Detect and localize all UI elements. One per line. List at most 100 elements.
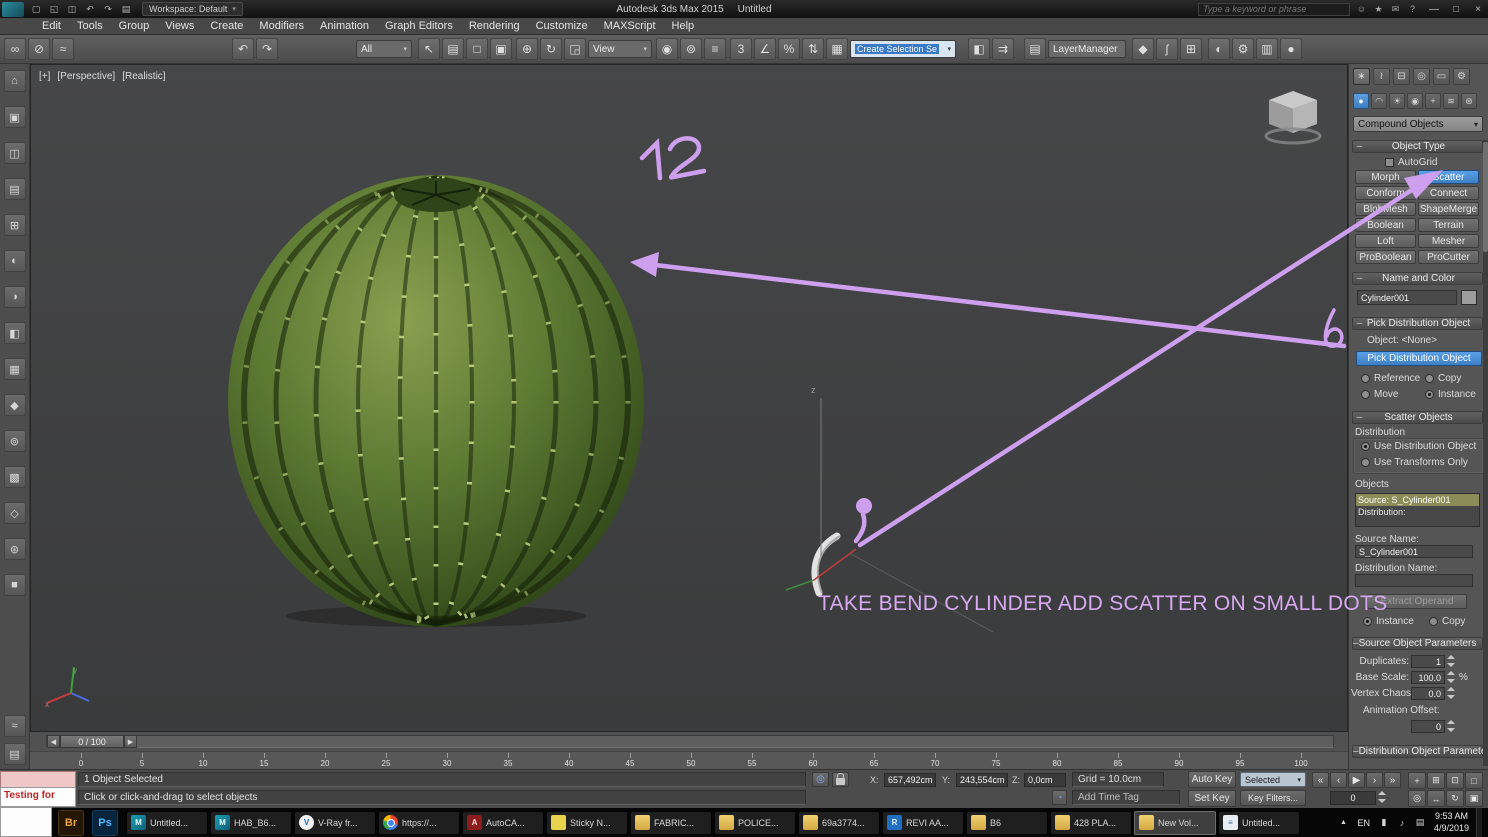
taskbar-item[interactable]: FABRIC... [630,810,712,835]
menu-item[interactable]: Create [202,18,251,34]
rollout-scatter-objects[interactable]: – Scatter Objects [1352,411,1483,424]
isolate-selection-toggle[interactable]: ◎ [812,772,829,787]
zoom-icon[interactable]: + [1408,772,1426,789]
radio-icon[interactable] [1425,390,1434,399]
select-and-move-icon[interactable]: ⊕ [516,38,538,60]
taskbar-item[interactable]: B6 [966,810,1048,835]
taskbar-item[interactable]: REVI AA... [882,810,964,835]
spinner-icon[interactable] [1447,671,1456,683]
pan-icon[interactable]: ↔ [1427,790,1445,807]
y-coordinate-field[interactable] [956,773,1008,787]
category-dropdown[interactable]: Compound Objects ▾ [1353,116,1483,132]
object-type-button[interactable]: Terrain [1418,218,1479,232]
list-item[interactable]: Distribution: [1356,506,1479,518]
mirror-icon[interactable]: ◧ [968,38,990,60]
select-and-rotate-icon[interactable]: ↻ [540,38,562,60]
modify-tab[interactable]: ≀ [1373,68,1390,85]
clock[interactable]: 9:53 AM 4/9/2019 [1434,811,1469,834]
viewport-menu-view[interactable]: [Perspective] [57,71,115,82]
add-time-tag-icon[interactable]: ◔ [1052,790,1067,805]
cameras-button[interactable]: ◉ [1407,93,1423,109]
taskbar-item[interactable]: 69a3774... [798,810,880,835]
rollout-pick-distribution[interactable]: – Pick Distribution Object [1352,317,1483,330]
rollout-object-type[interactable]: – Object Type [1352,140,1483,153]
source-name-field[interactable] [1355,545,1473,558]
taskbar-item[interactable]: Sticky N... [546,810,628,835]
time-slider-track[interactable]: ◀ 0 / 100 ▶ [46,735,1334,748]
select-and-link-icon[interactable]: ∞ [4,38,26,60]
render-production-icon[interactable]: ● [1280,38,1302,60]
auto-key-button[interactable]: Auto Key [1188,771,1236,788]
menu-item[interactable]: Help [664,18,703,34]
select-object-icon[interactable]: ↖ [418,38,440,60]
time-slider-handle[interactable]: 0 / 100 [60,735,124,748]
maxscript-mini-listener[interactable] [0,771,76,788]
zoom-all-icon[interactable]: ⊞ [1427,772,1445,789]
object-type-button[interactable]: Loft [1355,234,1416,248]
tray-expand-icon[interactable]: ▲ [1336,816,1350,830]
spinner-icon[interactable] [1447,720,1456,732]
rollout-name-and-color[interactable]: – Name and Color [1352,272,1483,285]
object-type-button[interactable]: ShapeMerge [1418,202,1479,216]
selection-lock-toggle[interactable] [832,772,849,787]
left-toolbar-icon-2[interactable]: ▣ [3,106,26,128]
previous-frame-icon[interactable]: ‹ [1330,772,1347,788]
left-toolbar-icon-4[interactable]: ▤ [3,178,26,200]
extract-operand-button[interactable]: Extract Operand [1367,594,1467,609]
taskbar-item[interactable]: AutoCA... [462,810,544,835]
helpers-button[interactable]: + [1425,93,1441,109]
z-coordinate-field[interactable] [1024,773,1066,787]
volume-icon[interactable]: ♪ [1395,816,1409,830]
left-toolbar-icon-11[interactable]: ⊚ [3,430,26,452]
render-setup-icon[interactable]: ⚙ [1232,38,1254,60]
select-by-name-icon[interactable]: ▤ [442,38,464,60]
object-name-field[interactable] [1357,290,1457,305]
battery-icon[interactable]: ▮ [1377,816,1391,830]
base-scale-field[interactable] [1411,671,1445,684]
autogrid-checkbox[interactable]: AutoGrid [1385,157,1437,168]
percent-snap-icon[interactable]: % [778,38,800,60]
menu-item[interactable]: Tools [69,18,111,34]
viewport-menu-plus[interactable]: [+] [39,71,50,82]
operand-instance-radio[interactable]: Instance [1363,616,1414,627]
track-bar[interactable]: 0 5 10 15 20 25 30 35 40 45 50 55 60 65 70 75 80 85 90 95 10… [30,751,1348,769]
window-crossing-icon[interactable]: ▣ [490,38,512,60]
systems-button[interactable]: ⊛ [1461,93,1477,109]
spinner-icon[interactable] [1378,791,1387,803]
left-toolbar-icon-12[interactable]: ▩ [3,466,26,488]
selection-region-icon[interactable]: □ [466,38,488,60]
zoom-extents-icon[interactable]: ⊡ [1446,772,1464,789]
project-folder-icon[interactable]: ▤ [118,2,134,16]
radio-icon[interactable] [1361,374,1370,383]
object-type-button[interactable]: Morph [1355,170,1416,184]
rollout-distribution-object-parameter[interactable]: – Distribution Object Parameter [1352,745,1488,758]
favorites-icon[interactable]: ★ [1371,2,1386,16]
left-toolbar-icon-9[interactable]: ▦ [3,358,26,380]
notepad-overlay-text[interactable]: Testing for [0,787,76,807]
pick-distribution-object-button[interactable]: Pick Distribution Object [1356,351,1482,366]
select-and-scale-icon[interactable]: ◲ [564,38,586,60]
x-coordinate-field[interactable] [884,773,936,787]
left-toolbar-icon-13[interactable]: ◇ [3,502,26,524]
menu-item[interactable]: Edit [34,18,69,34]
duplicates-field[interactable] [1411,655,1445,668]
list-item[interactable]: Source: S_Cylinder001 [1356,494,1479,506]
show-desktop-button[interactable] [1476,808,1482,837]
select-and-manipulate-icon[interactable]: ⊚ [680,38,702,60]
keyboard-override-icon[interactable]: ≡ [704,38,726,60]
scrollbar-thumb[interactable] [1483,142,1488,252]
photoshop-icon[interactable]: Ps [92,809,118,836]
distribution-name-field[interactable] [1355,574,1473,587]
language-indicator[interactable]: EN [1357,818,1370,828]
time-tag[interactable]: Add Time Tag [1072,790,1180,805]
animation-offset-field[interactable] [1411,720,1445,733]
play-icon[interactable]: ▶ [1348,772,1365,788]
taskbar-item[interactable]: Untitled... [1218,810,1300,835]
set-key-button[interactable]: Set Key [1188,790,1236,807]
angle-snap-icon[interactable]: ∠ [754,38,776,60]
spinner-icon[interactable] [1447,687,1456,699]
object-color-swatch[interactable] [1461,290,1477,305]
taskbar-item[interactable]: V-Ray fr... [294,810,376,835]
geometry-button[interactable]: ● [1353,93,1369,109]
edit-named-selection-sets-icon[interactable]: ▦ [826,38,848,60]
